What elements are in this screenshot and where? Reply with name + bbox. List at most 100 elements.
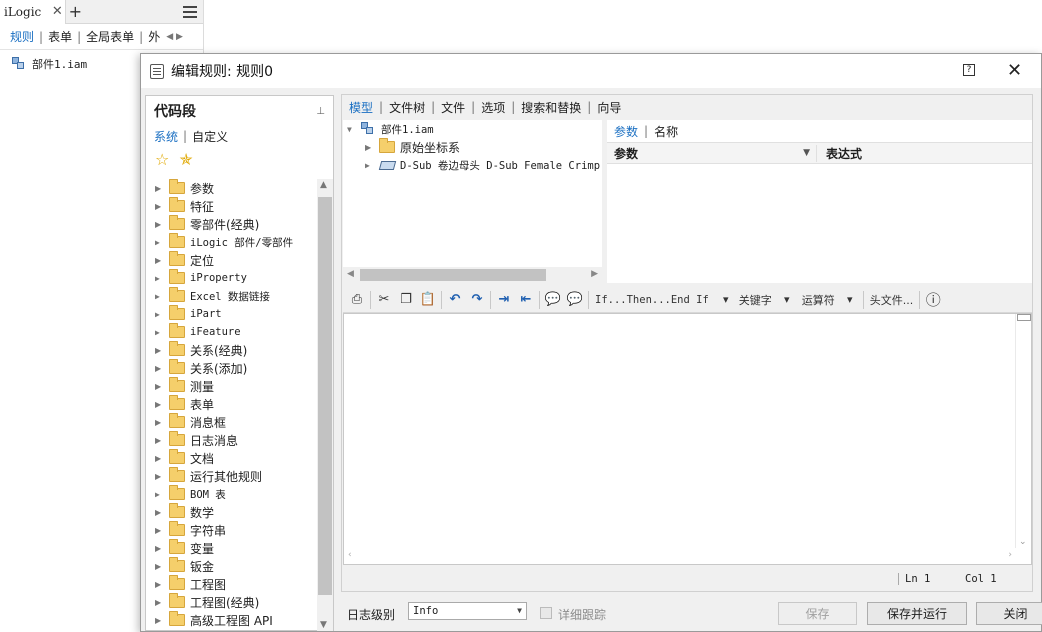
hamburger-menu-icon[interactable]	[183, 3, 197, 21]
snippet-category-item[interactable]: ▶ iFeature	[146, 323, 317, 341]
tab-names[interactable]: 名称	[654, 123, 678, 140]
close-button[interactable]: 关闭	[976, 602, 1042, 625]
tab-file-tree[interactable]: 文件树	[389, 99, 425, 116]
expand-arrow-icon[interactable]: ▶	[365, 161, 379, 170]
snippet-category-item[interactable]: ▶ 变量	[146, 539, 317, 557]
expand-arrow-icon[interactable]: ▶	[155, 454, 169, 463]
expand-arrow-icon[interactable]: ▶	[155, 472, 169, 481]
if-then-dropdown-icon[interactable]: ▾	[713, 290, 735, 310]
snippet-category-item[interactable]: ▶ iLogic 部件/零部件	[146, 233, 317, 251]
scroll-right-icon[interactable]: ▶	[591, 269, 598, 279]
expand-arrow-icon[interactable]: ▶	[155, 418, 169, 427]
expand-arrow-icon[interactable]: ▶	[155, 202, 169, 211]
snippet-category-item[interactable]: ▶ 运行其他规则	[146, 467, 317, 485]
expand-arrow-icon[interactable]: ▶	[155, 364, 169, 373]
editor-hscrollbar[interactable]: ‹ ›	[344, 548, 1016, 564]
model-root-node[interactable]: ▼ 部件1.iam	[343, 120, 602, 138]
subtab-rules[interactable]: 规则	[10, 28, 34, 45]
editor-vscrollbar[interactable]: ⌄	[1015, 314, 1031, 548]
expand-arrow-icon[interactable]: ▶	[155, 400, 169, 409]
help-icon[interactable]: ?	[963, 64, 975, 76]
tab-wizards[interactable]: 向导	[597, 99, 621, 116]
expand-arrow-icon[interactable]: ▶	[365, 143, 379, 152]
expand-arrow-icon[interactable]: ▶	[155, 256, 169, 265]
tab-custom[interactable]: 自定义	[192, 128, 228, 145]
expand-arrow-icon[interactable]: ▶	[155, 328, 169, 337]
snippet-category-item[interactable]: ▶ 数学	[146, 503, 317, 521]
snippet-category-item[interactable]: ▶ 关系(经典)	[146, 341, 317, 359]
if-then-button[interactable]: If...Then...End If	[591, 290, 713, 310]
expand-arrow-icon[interactable]: ▶	[155, 598, 169, 607]
detailed-trace-checkbox[interactable]	[540, 607, 552, 619]
close-dialog-icon[interactable]: ✕	[1007, 60, 1022, 81]
snippets-scrollbar[interactable]: ▲ ▼	[317, 179, 333, 631]
scrollbar-thumb[interactable]	[1017, 314, 1031, 321]
snippet-category-item[interactable]: ▶ 零部件(经典)	[146, 215, 317, 233]
save-and-run-button[interactable]: 保存并运行	[867, 602, 967, 625]
keywords-button[interactable]: 关键字	[735, 290, 776, 310]
subtab-global-forms[interactable]: 全局表单	[86, 28, 134, 45]
subtab-scroll-arrows-icon[interactable]: ◀ ▶	[166, 32, 183, 42]
expand-arrow-icon[interactable]: ▶	[155, 274, 169, 283]
close-tab-icon[interactable]: ✕	[49, 4, 65, 19]
redo-icon[interactable]: ↷	[466, 290, 488, 310]
expand-arrow-icon[interactable]: ▶	[155, 346, 169, 355]
tab-system[interactable]: 系统	[154, 128, 178, 145]
keywords-dropdown-icon[interactable]: ▾	[776, 290, 798, 310]
snippet-category-item[interactable]: ▶ 定位	[146, 251, 317, 269]
cut-icon[interactable]: ✂	[373, 290, 395, 310]
subtab-forms[interactable]: 表单	[48, 28, 72, 45]
model-child-node[interactable]: ▶ D-Sub 卷边母头 D-Sub Female Crimp	[343, 156, 602, 174]
header-file-button[interactable]: 头文件...	[866, 290, 918, 310]
sort-dropdown-icon[interactable]: ▼	[803, 148, 810, 158]
add-tab-icon[interactable]: +	[66, 2, 84, 21]
scroll-right-icon[interactable]: ›	[1008, 550, 1012, 560]
code-editor[interactable]: ⌄ ‹ ›	[343, 313, 1032, 565]
snippet-category-item[interactable]: ▶ 工程图(经典)	[146, 593, 317, 611]
snippet-category-item[interactable]: ▶ 文档	[146, 449, 317, 467]
snippet-category-item[interactable]: ▶ iPart	[146, 305, 317, 323]
expand-arrow-icon[interactable]: ▶	[155, 238, 169, 247]
expand-arrow-icon[interactable]: ▶	[155, 526, 169, 535]
snippet-category-item[interactable]: ▶ 钣金	[146, 557, 317, 575]
subtab-external[interactable]: 外	[148, 28, 160, 45]
snippet-category-item[interactable]: ▶ iProperty	[146, 269, 317, 287]
expand-arrow-icon[interactable]: ▶	[155, 544, 169, 553]
paste-icon[interactable]: 📋	[417, 290, 439, 310]
tab-parameters[interactable]: 参数	[614, 123, 638, 140]
operators-dropdown-icon[interactable]: ▾	[839, 290, 861, 310]
snippet-category-item[interactable]: ▶ 消息框	[146, 413, 317, 431]
tab-files[interactable]: 文件	[441, 99, 465, 116]
scrollbar-thumb[interactable]	[360, 269, 546, 281]
star-add-icon[interactable]: ✯	[179, 150, 192, 169]
snippet-category-item[interactable]: ▶ 字符串	[146, 521, 317, 539]
expand-arrow-icon[interactable]: ▶	[155, 310, 169, 319]
snippet-category-item[interactable]: ▶ 关系(添加)	[146, 359, 317, 377]
expand-arrow-icon[interactable]: ▶	[155, 220, 169, 229]
snippet-category-item[interactable]: ▶ 参数	[146, 179, 317, 197]
scroll-left-icon[interactable]: ‹	[348, 550, 352, 560]
help-icon[interactable]: ⓘ	[922, 290, 944, 310]
operators-button[interactable]: 运算符	[798, 290, 839, 310]
expand-arrow-icon[interactable]: ▶	[155, 436, 169, 445]
ilogic-tab[interactable]: iLogic ✕	[0, 0, 67, 24]
snippet-category-item[interactable]: ▶ Excel 数据链接	[146, 287, 317, 305]
save-button[interactable]: 保存	[778, 602, 857, 625]
expand-arrow-icon[interactable]: ▶	[155, 184, 169, 193]
model-child-node[interactable]: ▶ 原始坐标系	[343, 138, 602, 156]
add-comment-icon[interactable]: 💬	[542, 290, 564, 310]
scroll-down-icon[interactable]: ⌄	[1019, 537, 1027, 547]
collapse-arrow-icon[interactable]: ▼	[347, 125, 361, 134]
snippet-category-item[interactable]: ▶ 工程图	[146, 575, 317, 593]
copy-icon[interactable]: ❐	[395, 290, 417, 310]
snippet-category-item[interactable]: ▶ 日志消息	[146, 431, 317, 449]
scroll-up-icon[interactable]: ▲	[320, 180, 327, 190]
scroll-down-icon[interactable]: ▼	[320, 620, 327, 630]
snippet-category-item[interactable]: ▶ 表单	[146, 395, 317, 413]
log-level-select[interactable]: Info ▼	[408, 602, 527, 620]
column-parameter[interactable]: 参数 ▼	[607, 144, 817, 162]
indent-icon[interactable]: ⇥	[493, 290, 515, 310]
column-expression[interactable]: 表达式	[817, 145, 862, 162]
expand-arrow-icon[interactable]: ▶	[155, 382, 169, 391]
tab-options[interactable]: 选项	[481, 99, 505, 116]
